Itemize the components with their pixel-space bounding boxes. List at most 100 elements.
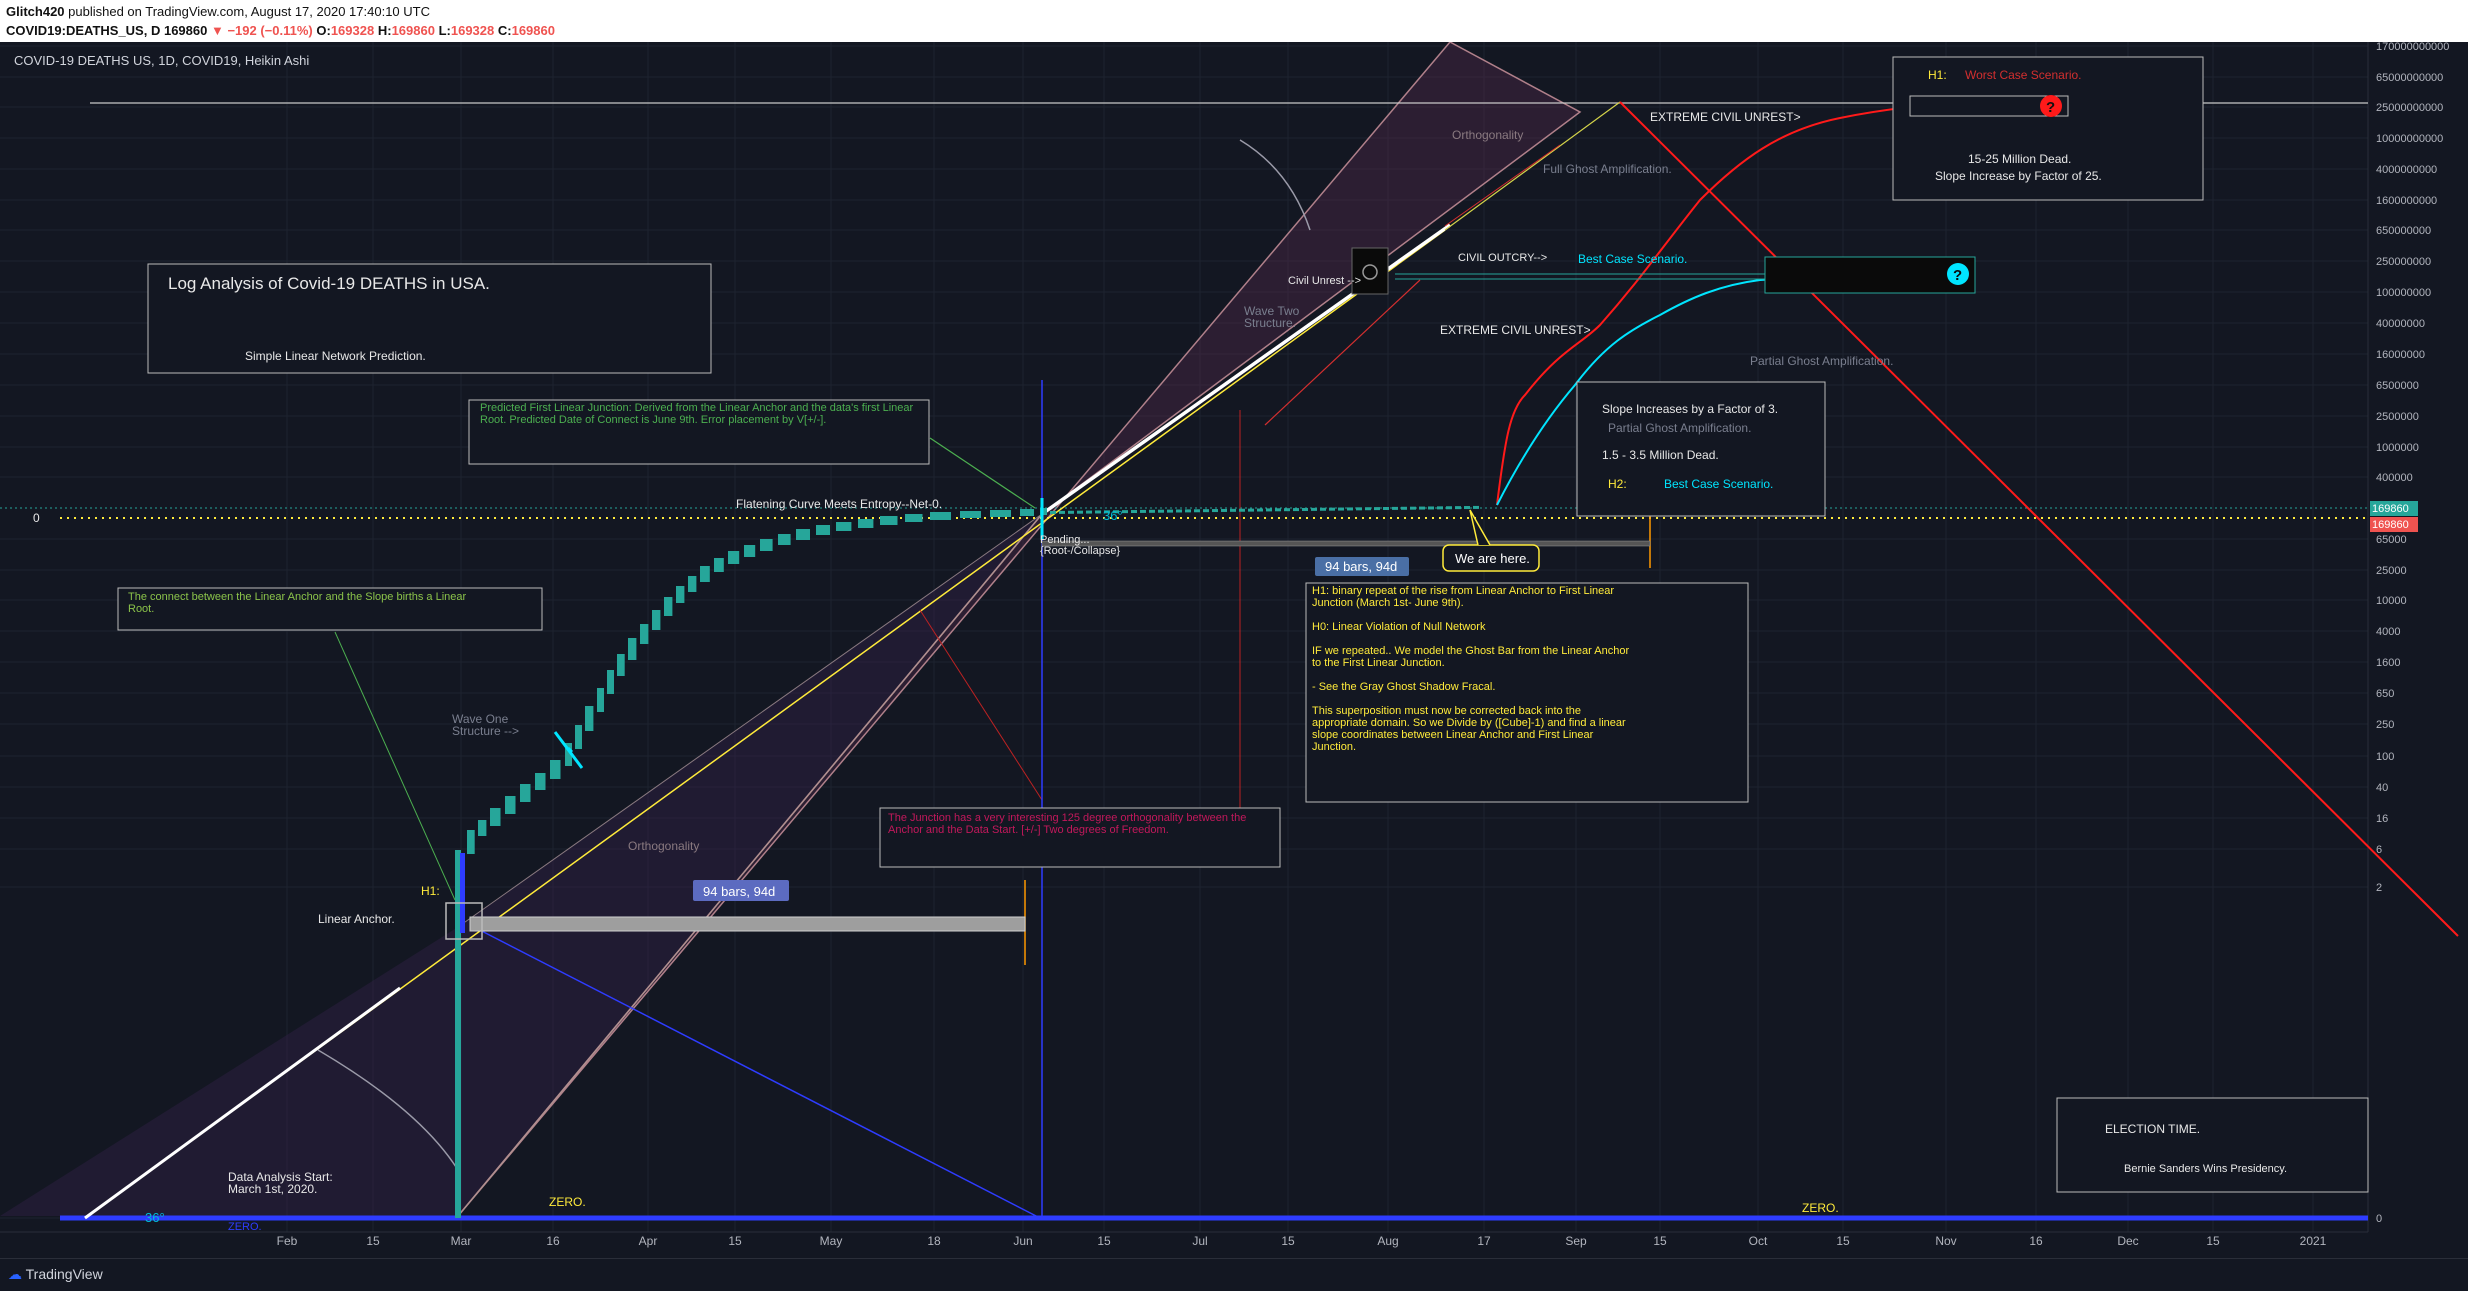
- y-tick-label: 25000: [2376, 565, 2407, 577]
- ghost-bar-1: [469, 916, 1026, 932]
- y-tick-label: 650: [2376, 688, 2394, 700]
- symbol-label[interactable]: COVID19:DEATHS_US, D: [6, 23, 160, 38]
- publish-line: Glitch420 published on TradingView.com, …: [6, 4, 430, 19]
- wave-one-label: Wave One Structure -->: [452, 713, 520, 738]
- y-tick-label: 25000000000: [2376, 102, 2443, 114]
- candle: [1302, 507, 1308, 511]
- x-tick-label: Nov: [1935, 1234, 1956, 1248]
- partial-ghost-label: Partial Ghost Amplification.: [1750, 354, 1893, 368]
- h1-analysis-line: H1: binary repeat of the rise from Linea…: [1312, 585, 1615, 609]
- zero-label-3: ZERO.: [228, 1221, 262, 1233]
- ghost-bar-2: [1041, 540, 1651, 547]
- linear-anchor-label: Linear Anchor.: [318, 912, 395, 926]
- candle: [585, 706, 594, 731]
- junction-box-text: Predicted First Linear Junction: Derived…: [480, 402, 914, 426]
- y-tick-label: 65000: [2376, 534, 2407, 546]
- tradingview-logo[interactable]: ☁ TradingView: [8, 1266, 103, 1283]
- candle: [1230, 508, 1236, 512]
- y-tick-label: 10000: [2376, 595, 2407, 607]
- orthogonality-box-text: The Junction has a very interesting 125 …: [888, 812, 1247, 836]
- candle: [1203, 509, 1209, 513]
- worst-dead-label: 15-25 Million Dead.: [1968, 152, 2071, 166]
- data-start-label: Data Analysis Start: March 1st, 2020.: [228, 1171, 333, 1196]
- candle: [1365, 507, 1371, 511]
- price-axis[interactable]: 0 2 6 16 40 100 250 650 1600 4000 10000 25000 65000 4…: [2376, 42, 2449, 1225]
- candle: [467, 830, 475, 854]
- candle: [960, 511, 981, 518]
- candle: [1464, 506, 1470, 510]
- blue-spike: [460, 853, 465, 933]
- h-label: H:: [377, 23, 392, 38]
- red-collapse-line: [1619, 101, 2459, 937]
- candle: [1059, 510, 1065, 514]
- factor-3-dead: 1.5 - 3.5 Million Dead.: [1602, 448, 1719, 462]
- candle: [1410, 506, 1416, 510]
- candle: [1131, 510, 1137, 514]
- green-arrow-2: [334, 631, 456, 901]
- candle: [880, 516, 898, 525]
- candle: [1419, 506, 1425, 510]
- candle: [1284, 508, 1290, 512]
- candle: [905, 514, 923, 522]
- candle: [1401, 506, 1407, 510]
- publisher-name[interactable]: Glitch420: [6, 4, 65, 19]
- candle: [1455, 506, 1461, 510]
- x-tick-label: 16: [546, 1234, 560, 1248]
- h1-analysis-line: [1312, 669, 1637, 681]
- question-icon-worst-glyph: ?: [2046, 99, 2055, 116]
- h1-analysis-line: H0: Linear Violation of Null Network: [1312, 621, 1486, 633]
- candle: [550, 760, 561, 779]
- election-box[interactable]: [2056, 1097, 2369, 1193]
- candle: [1122, 510, 1128, 514]
- orthogonality-top: Orthogonality: [1452, 128, 1523, 142]
- x-tick-label: Jun: [1013, 1234, 1032, 1248]
- candle: [728, 551, 740, 564]
- candle: [1212, 509, 1218, 513]
- anchor-segment-2: [1040, 223, 1452, 516]
- red-ray-2: [919, 609, 1043, 801]
- footer-bar: ☁ TradingView: [0, 1258, 2468, 1291]
- candle: [1392, 506, 1398, 510]
- cloud-icon: ☁: [8, 1266, 22, 1282]
- election-title: ELECTION TIME.: [2105, 1122, 2200, 1136]
- candle: [1446, 506, 1452, 510]
- h-value: 169860: [391, 23, 435, 38]
- extreme-unrest-2: EXTREME CIVIL UNREST>: [1440, 323, 1591, 337]
- candle: [1149, 509, 1155, 513]
- candle: [640, 624, 649, 644]
- h1-analysis-text: H1: binary repeat of the rise from Linea…: [1312, 585, 1637, 753]
- x-tick-label: 15: [1836, 1234, 1850, 1248]
- best-case-box[interactable]: [1764, 256, 1976, 294]
- h1-analysis-line: [1312, 609, 1637, 621]
- c-label: C:: [497, 23, 512, 38]
- l-label: L:: [438, 23, 451, 38]
- published-text: published on TradingView.com, August 17,…: [64, 4, 430, 19]
- x-tick-label: Apr: [639, 1234, 658, 1248]
- y-tick-label: 6500000: [2376, 380, 2419, 392]
- x-tick-label: Feb: [277, 1234, 298, 1248]
- candle: [1347, 507, 1353, 511]
- we-are-here-label: We are here.: [1455, 551, 1530, 566]
- y-tick-label: 400000: [2376, 472, 2413, 484]
- candle: [1437, 506, 1443, 510]
- candle: [1167, 509, 1173, 513]
- worst-slope-label: Slope Increase by Factor of 25.: [1935, 169, 2102, 183]
- x-tick-label: 15: [728, 1234, 742, 1248]
- c-value: 169860: [511, 23, 555, 38]
- zero-label-1: ZERO.: [549, 1195, 586, 1209]
- x-tick-label: Oct: [1749, 1234, 1768, 1248]
- civil-unrest-box[interactable]: [1351, 247, 1389, 295]
- time-axis[interactable]: Feb 15 Mar 16 Apr 15 May 18 Jun 15 Jul 15 Aug 17 Sep 15…: [277, 1234, 2327, 1248]
- candle: [617, 654, 625, 676]
- candle: [1077, 510, 1083, 514]
- y-tick-label: 40000000: [2376, 318, 2425, 330]
- change-value: ▼ −192 (−0.11%): [210, 23, 313, 38]
- y-tick-label: 10000000000: [2376, 133, 2443, 145]
- x-tick-label: Sep: [1565, 1234, 1587, 1248]
- chart-canvas[interactable]: COVID-19 DEATHS US, 1D, COVID19, Heikin …: [0, 42, 2468, 1258]
- election-text: Bernie Sanders Wins Presidency.: [2124, 1163, 2287, 1175]
- y-tick-label: 1600000000: [2376, 195, 2437, 207]
- deg-36-junction: 36°: [1103, 508, 1123, 523]
- candle: [1221, 508, 1227, 512]
- candle: [700, 566, 710, 582]
